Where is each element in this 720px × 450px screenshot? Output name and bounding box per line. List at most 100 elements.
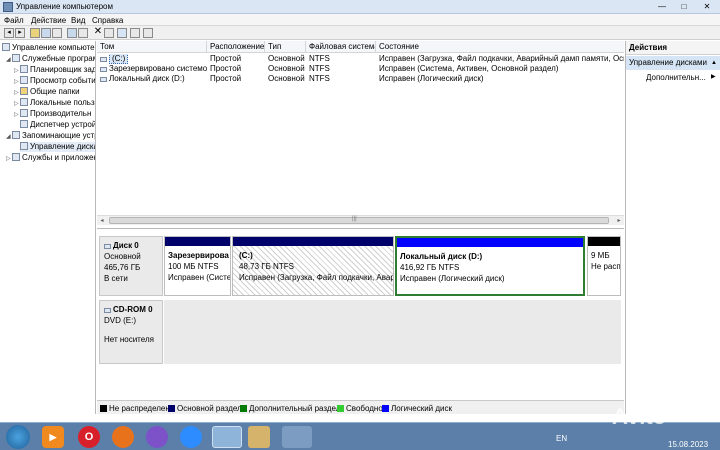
tree-item-task-scheduler[interactable]: ▷ Планировщик зад xyxy=(14,65,95,75)
volume-type: Основной xyxy=(268,74,305,83)
collapse-up-icon[interactable]: ▲ xyxy=(711,56,717,70)
clock-date[interactable]: 15.08.2023 xyxy=(668,440,708,449)
maximize-button[interactable]: □ xyxy=(674,1,694,13)
menu-bar: Файл Действие Вид Справка xyxy=(0,14,720,26)
column-status[interactable]: Состояние xyxy=(376,41,624,53)
tree-item-device-manager[interactable]: Диспетчер устрой xyxy=(20,120,95,130)
menu-action[interactable]: Действие xyxy=(31,16,66,25)
partition-status: Исправен (Логический диск) xyxy=(400,274,505,283)
menu-help[interactable]: Справка xyxy=(92,16,123,25)
volume-fs: NTFS xyxy=(309,74,330,83)
start-orb-icon[interactable] xyxy=(6,425,30,449)
navigation-tree: Управление компьютер ◢ Служебные програм … xyxy=(0,41,96,414)
show-tree-icon[interactable] xyxy=(41,28,51,38)
delete-icon[interactable]: ✕ xyxy=(93,27,103,38)
column-type[interactable]: Тип xyxy=(265,41,306,53)
disk-map: Диск 0 Основной 465,76 ГБ В сети Зарезер… xyxy=(97,230,624,400)
event-viewer-icon xyxy=(20,76,28,84)
volume-type: Основной xyxy=(268,64,305,73)
tree-item-performance[interactable]: ▷ Производительн xyxy=(14,109,91,119)
zoom-icon[interactable] xyxy=(180,426,202,448)
partition-bar xyxy=(588,237,620,246)
actions-more[interactable]: Дополнительн... ▶ xyxy=(646,73,716,82)
new-icon[interactable] xyxy=(130,28,140,38)
tree-item-shared-folders[interactable]: ▷ Общие папки xyxy=(14,87,80,97)
viber-icon[interactable] xyxy=(146,426,168,448)
cdrom0-empty-area[interactable] xyxy=(164,300,621,364)
help-icon[interactable] xyxy=(67,28,77,38)
partition-d[interactable]: Локальный диск (D:) 416,92 ГБ NTFS Испра… xyxy=(395,236,585,296)
horizontal-scrollbar[interactable]: ◂ ||| ▸ xyxy=(97,215,624,225)
volume-layout: Простой xyxy=(210,54,242,63)
partition-status: Не расп xyxy=(591,262,621,271)
media-player-icon[interactable]: ▶ xyxy=(42,426,64,448)
actions-section-disk-management[interactable]: Управление дисками ▲ xyxy=(626,56,720,70)
chevron-right-icon: ▶ xyxy=(711,74,716,80)
partition-reserved[interactable]: Зарезервирова 100 МБ NTFS Исправен (Сист… xyxy=(164,236,231,296)
close-button[interactable]: ✕ xyxy=(696,1,718,13)
volume-name-cell: (C:) xyxy=(97,54,207,64)
partition-text: Зарезервирова 100 МБ NTFS Исправен (Сист… xyxy=(168,250,231,283)
legend-label: Основной раздел xyxy=(177,404,242,413)
scroll-left-icon[interactable]: ◂ xyxy=(97,216,107,226)
menu-view[interactable]: Вид xyxy=(71,16,85,25)
column-file-system[interactable]: Файловая система xyxy=(306,41,376,53)
tree-item-services-apps[interactable]: ▷ Службы и приложен xyxy=(6,153,95,163)
tree-item-system-tools[interactable]: ◢ Служебные програм xyxy=(6,54,95,64)
legend-label: Дополнительный раздел xyxy=(249,404,341,413)
back-icon[interactable]: ◂ xyxy=(4,28,14,38)
network-icon[interactable] xyxy=(282,426,312,448)
legend-logical: Логический диск xyxy=(382,404,452,413)
firefox-icon[interactable] xyxy=(112,426,134,448)
tree-item-computer-management[interactable]: Управление компьютер xyxy=(2,43,95,53)
device-manager-icon xyxy=(20,120,28,128)
volume-icon xyxy=(100,77,107,82)
table-row[interactable]: Зарезервировано системой Простой Основно… xyxy=(97,64,624,74)
tree-item-disk-management[interactable]: Управление диска xyxy=(20,142,95,152)
partition-text: Локальный диск (D:) 416,92 ГБ NTFS Испра… xyxy=(400,251,505,284)
table-row[interactable]: (C:) Простой Основной NTFS Исправен (Заг… xyxy=(97,54,624,64)
actions-section-label: Управление дисками xyxy=(629,58,707,67)
scroll-right-icon[interactable]: ▸ xyxy=(614,216,624,226)
volume-name: Зарезервировано системой xyxy=(109,64,207,73)
opera-icon[interactable]: O xyxy=(78,426,100,448)
scheduler-icon xyxy=(20,65,28,73)
cdrom0-info[interactable]: CD-ROM 0 DVD (E:) Нет носителя xyxy=(99,300,163,364)
minimize-button[interactable]: — xyxy=(652,1,672,13)
properties-icon[interactable] xyxy=(52,28,62,38)
forward-icon[interactable]: ▸ xyxy=(15,28,25,38)
menu-file[interactable]: Файл xyxy=(4,16,24,25)
actions-more-label: Дополнительн... xyxy=(646,73,706,82)
settings-icon[interactable] xyxy=(104,28,114,38)
language-indicator[interactable]: EN xyxy=(556,434,567,443)
volume-status: Исправен (Загрузка, Файл подкачки, Авари… xyxy=(379,54,624,63)
volume-name: (C:) xyxy=(109,54,129,64)
disk0-info[interactable]: Диск 0 Основной 465,76 ГБ В сети xyxy=(99,236,163,296)
cdrom0-name: CD-ROM 0 xyxy=(113,305,153,314)
cdrom0-drive: DVD (E:) xyxy=(104,316,136,325)
partition-bar xyxy=(233,237,393,246)
disk0-type: Основной xyxy=(104,252,141,261)
cdrom0-status: Нет носителя xyxy=(104,335,154,344)
refresh-icon[interactable] xyxy=(117,28,127,38)
column-layout[interactable]: Расположение xyxy=(207,41,265,53)
volume-list: Том Расположение Тип Файловая система Со… xyxy=(97,41,624,229)
partition-title: Локальный диск (D:) xyxy=(400,252,483,261)
partition-c[interactable]: (C:) 48,73 ГБ NTFS Исправен (Загрузка, Ф… xyxy=(232,236,394,296)
column-volume[interactable]: Том xyxy=(97,41,207,53)
paint-icon[interactable] xyxy=(248,426,270,448)
tree-item-event-viewer[interactable]: ▷ Просмотр событи xyxy=(14,76,95,86)
scrollbar-thumb[interactable]: ||| xyxy=(109,216,609,224)
partition-status: Исправен (Систем xyxy=(168,273,231,282)
tree-item-storage[interactable]: ◢ Запоминающие устр xyxy=(6,131,95,141)
partition-unallocated[interactable]: 9 МБ Не расп xyxy=(587,236,621,296)
export-icon[interactable] xyxy=(78,28,88,38)
tree-item-local-users[interactable]: ▷ Локальные польз xyxy=(14,98,95,108)
partition-status: Исправен (Загрузка, Файл подкачки, Авари… xyxy=(239,273,394,282)
up-icon[interactable] xyxy=(30,28,40,38)
partition-text: 9 МБ Не расп xyxy=(591,250,621,272)
table-row[interactable]: Локальный диск (D:) Простой Основной NTF… xyxy=(97,74,624,84)
computer-management-icon[interactable] xyxy=(212,426,242,448)
list-icon[interactable] xyxy=(143,28,153,38)
avito-watermark: Avito xyxy=(612,404,667,429)
